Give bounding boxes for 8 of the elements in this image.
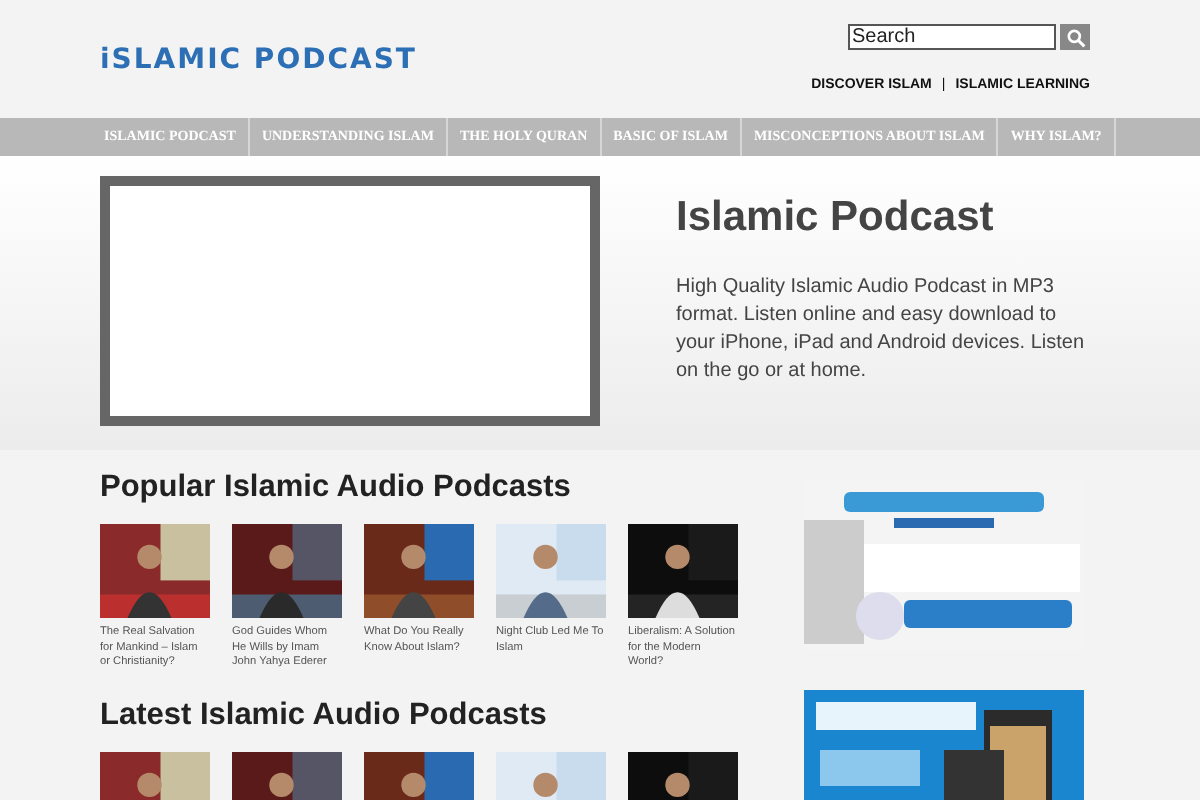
- section-title: Popular Islamic Audio Podcasts: [100, 470, 573, 508]
- video-player[interactable]: [100, 176, 600, 426]
- hero-description: High Quality Islamic Audio Podcast in MP3 format. Listen online and easy download to your iPhone, iPad and Android devices. Listen on the go or at home.: [676, 274, 1087, 386]
- hero-title: Islamic Podcast: [676, 194, 996, 242]
- search-button[interactable]: [1060, 24, 1090, 50]
- site-logo[interactable]: iSLAMIC PODCAST: [100, 44, 417, 76]
- section-title: Latest Islamic Audio Podcasts: [100, 697, 549, 735]
- search-field[interactable]: Search: [848, 24, 1056, 50]
